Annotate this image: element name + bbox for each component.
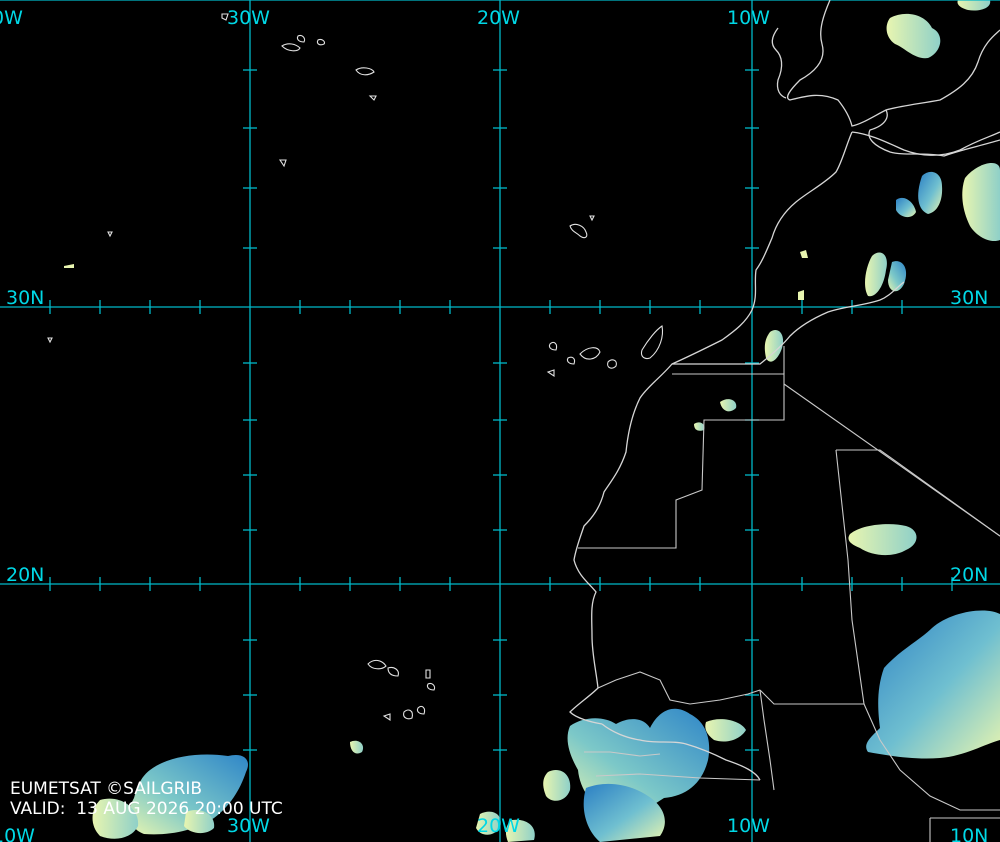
- cloud-cover: [64, 0, 1000, 842]
- cloud-algeria-2: [896, 197, 916, 218]
- cape-verde-1: [367, 659, 387, 670]
- cloud-sahara-1: [720, 399, 737, 412]
- cloud-algeria-3: [962, 163, 1000, 242]
- cloud-morocco-2: [888, 261, 907, 292]
- cape-verde-6: [403, 709, 413, 720]
- cape-verde-7: [416, 705, 426, 715]
- cloud-north-iberia-small: [957, 0, 991, 11]
- cloud-speck-2: [800, 250, 808, 258]
- coast-morocco: [569, 131, 853, 725]
- longitude-label-bottom-10w: 10W: [727, 815, 770, 837]
- valid-label: VALID:: [10, 799, 66, 819]
- cloud-morocco-1: [865, 252, 887, 297]
- satellite-map: 0W 30W 20W 10W 30N 20N 30N 20N 10W 30W 2…: [0, 0, 1000, 842]
- canary-5: [640, 325, 664, 360]
- cloud-mali: [848, 524, 917, 556]
- grid-labels: 0W 30W 20W 10W 30N 20N 30N 20N 10W 30W 2…: [0, 7, 988, 842]
- madeira-2: [589, 215, 595, 222]
- grid-ticks: [49, 69, 953, 751]
- coast-iberia-west: [771, 27, 787, 99]
- cape-verde-3: [425, 669, 431, 679]
- valid-time: 13 AUG 2026 20:00 UTC: [76, 799, 283, 819]
- longitude-label-top-30w: 30W: [227, 7, 270, 29]
- madeira: [569, 223, 588, 239]
- lat-lon-grid: [0, 0, 1000, 842]
- longitude-label-bottom-left: 10W: [0, 825, 35, 842]
- cloud-guinea-2: [705, 719, 746, 742]
- valid-time-line: VALID: 13 AUG 2026 20:00 UTC: [10, 799, 283, 819]
- cape-verde-5: [382, 713, 391, 722]
- azores-1: [281, 43, 301, 52]
- latitude-label-bottom-right: 10N: [950, 825, 988, 842]
- canary-1: [548, 341, 558, 351]
- speck-atlantic-3: [47, 337, 53, 344]
- longitude-label-top-20w: 20W: [477, 7, 520, 29]
- cape-verde-4: [426, 682, 436, 691]
- longitude-label-bottom-20w: 20W: [477, 815, 520, 837]
- longitude-label-top-left: 0W: [0, 7, 23, 29]
- azores-5: [368, 95, 377, 101]
- coast-iberia-east: [868, 109, 1000, 157]
- latitude-label-right-30n: 30N: [950, 287, 988, 309]
- cloud-cape-verde-small: [350, 740, 364, 754]
- cloud-speck-3: [798, 290, 804, 300]
- latitude-label-right-20n: 20N: [950, 564, 988, 586]
- azores-3: [316, 38, 326, 46]
- cloud-sahara-2: [694, 422, 705, 431]
- cape-verde-2: [387, 666, 399, 677]
- latitude-label-left-20n: 20N: [6, 564, 44, 586]
- canary-6: [546, 369, 555, 378]
- canary-4: [607, 359, 617, 369]
- canary-3: [579, 347, 601, 360]
- cloud-speck-1: [64, 264, 74, 268]
- latitude-label-left-30n: 30N: [6, 287, 44, 309]
- speck-atlantic-2: [107, 231, 113, 238]
- azores-4: [355, 67, 375, 76]
- longitude-label-top-10w: 10W: [727, 7, 770, 29]
- islands: [47, 13, 664, 722]
- cloud-guinea-3: [543, 770, 571, 801]
- source-credit: EUMETSAT ©SAILGRIB: [10, 779, 203, 799]
- cloud-algeria-1: [918, 171, 943, 214]
- canary-2: [566, 356, 576, 365]
- speck-atlantic-1: [278, 159, 287, 168]
- azores-2: [296, 34, 306, 43]
- cloud-sahel-large: [866, 610, 1000, 759]
- cloud-north-iberia: [886, 13, 941, 59]
